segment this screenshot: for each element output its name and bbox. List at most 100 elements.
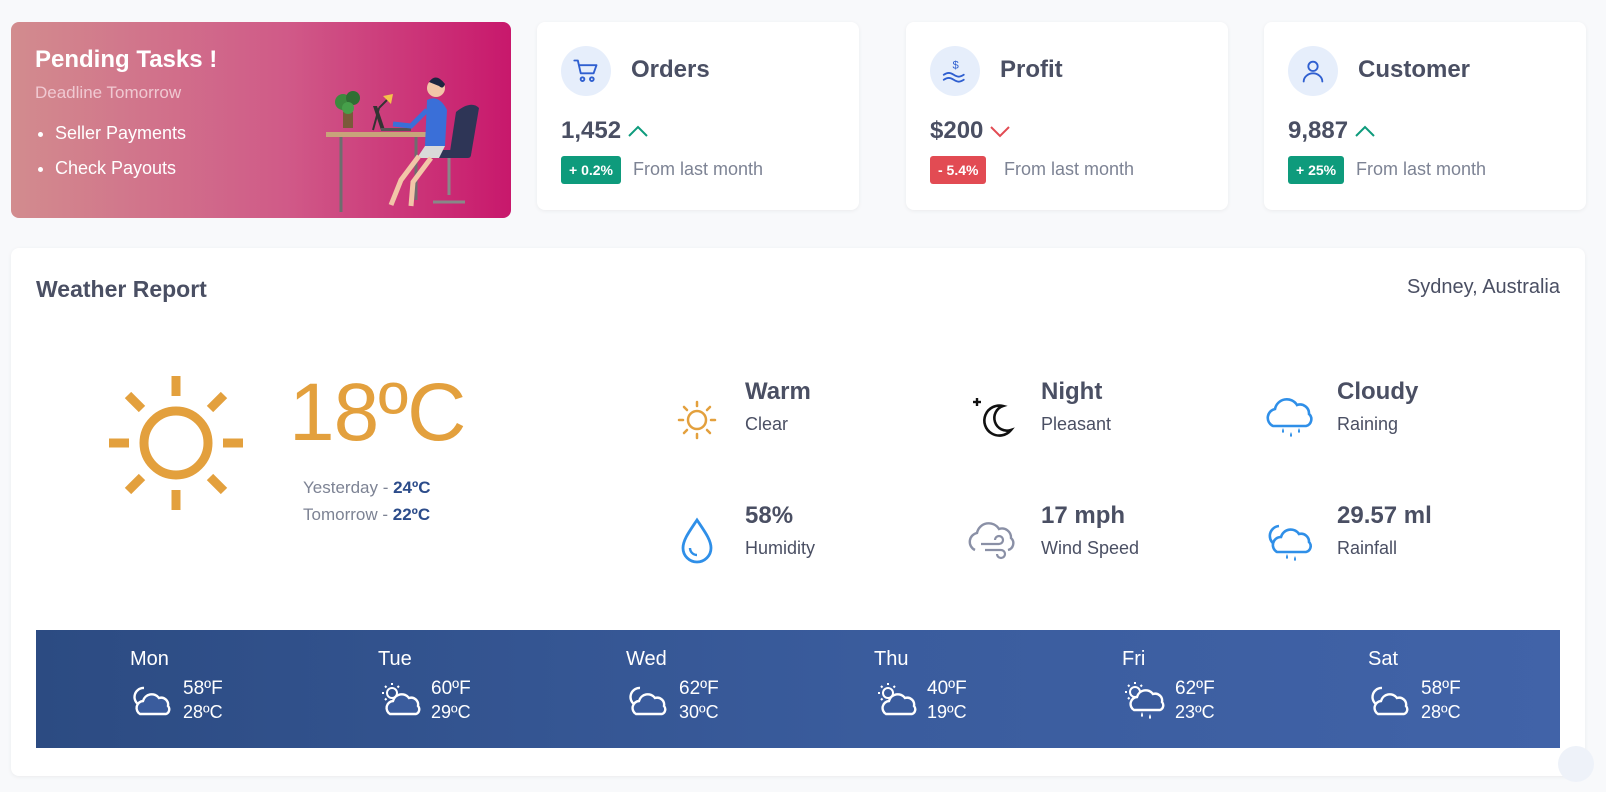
list-item[interactable]: Seller Payments (55, 123, 186, 144)
moon-cloud-icon (1371, 686, 1409, 716)
orders-count: 1,452 (561, 117, 622, 144)
orders-value: 1,452 (561, 117, 649, 145)
orders-change-note: From last month (633, 159, 764, 179)
condition-wind: 17 mph Wind Speed (963, 502, 1203, 572)
condition-sub: Humidity (745, 538, 816, 558)
customer-title: Customer (1358, 56, 1471, 83)
condition-rainfall: 29.57 ml Rainfall (1259, 502, 1499, 572)
customer-value: 9,887 (1288, 117, 1376, 145)
forecast-fahrenheit: 40ºF (927, 678, 967, 699)
orders-change-badge: + 0.2% (561, 156, 621, 184)
profit-amount: $200 (930, 117, 984, 144)
rain-cloud-icon (1266, 398, 1313, 437)
forecast-fahrenheit: 62ºF (1175, 678, 1215, 699)
tomorrow-row: Tomorrow - 22ºC (303, 501, 431, 528)
sun-icon (109, 376, 243, 510)
forecast-day-name: Sat (1368, 648, 1399, 670)
forecast-day-name: Mon (130, 648, 169, 670)
pending-tasks-title: Pending Tasks ! (35, 46, 218, 73)
trend-up-icon (628, 125, 648, 137)
moon-cloud-icon (629, 686, 667, 716)
list-item[interactable]: Check Payouts (55, 158, 186, 179)
user-icon (1288, 46, 1338, 96)
profit-change-badge: - 5.4% (930, 156, 987, 184)
forecast-day: Sat 58ºF 28ºC (1368, 648, 1518, 732)
customer-count: 9,887 (1288, 117, 1349, 144)
forecast-fahrenheit: 58ºF (183, 678, 223, 699)
pending-tasks-card: Pending Tasks ! Deadline Tomorrow Seller… (11, 22, 511, 218)
forecast-day: Tue 60ºF 29ºC (378, 648, 528, 732)
forecast-day-name: Fri (1122, 648, 1146, 670)
weather-report-title: Weather Report (36, 276, 207, 302)
profit-card: $ Profit $200 - 5.4% From last month (906, 22, 1228, 210)
forecast-celsius: 23ºC (1175, 702, 1215, 722)
customer-card: Customer 9,887 + 25% From last month (1264, 22, 1586, 210)
condition-main: Night (1041, 378, 1103, 405)
forecast-celsius: 28ºC (1421, 702, 1461, 722)
condition-main: Cloudy (1337, 378, 1419, 405)
orders-title: Orders (631, 56, 710, 83)
profit-change-note: From last month (1004, 159, 1135, 179)
condition-main: Warm (745, 378, 811, 405)
condition-main: 29.57 ml (1337, 502, 1432, 529)
condition-sub: Rainfall (1337, 538, 1398, 558)
profit-title: Profit (1000, 56, 1063, 83)
wind-cloud-icon (968, 522, 1015, 560)
pending-tasks-list: Seller Payments Check Payouts (55, 123, 186, 193)
customer-change-badge: + 25% (1288, 156, 1345, 184)
forecast-day: Wed 62ºF 30ºC (626, 648, 776, 732)
night-rain-icon (1268, 524, 1312, 561)
weather-report-card: Weather Report Sydney, Australia 18ºC Ye… (11, 248, 1585, 776)
forecast-fahrenheit: 58ºF (1421, 678, 1461, 699)
trend-down-icon (990, 126, 1011, 138)
current-temperature: 18ºC (289, 367, 466, 458)
forecast-day: Mon 58ºF 28ºC (130, 648, 280, 732)
condition-cloudy: Cloudy Raining (1259, 378, 1499, 448)
condition-main: 17 mph (1041, 502, 1126, 529)
yesterday-label: Yesterday - (303, 478, 394, 497)
cart-icon (561, 46, 611, 96)
forecast-day-name: Tue (378, 648, 412, 670)
condition-warm: Warm Clear (667, 378, 907, 448)
trend-up-icon (1355, 125, 1375, 137)
yesterday-value: 24ºC (393, 478, 431, 497)
pending-tasks-subtitle: Deadline Tomorrow (35, 83, 182, 102)
sun-rain-icon (1125, 682, 1165, 719)
sun-cloud-icon (878, 683, 917, 716)
forecast-day-name: Thu (874, 648, 909, 670)
temperature-history: Yesterday - 24ºC Tomorrow - 22ºC (303, 474, 431, 528)
forecast-day: Thu 40ºF 19ºC (874, 648, 1024, 732)
condition-sub: Pleasant (1041, 414, 1112, 434)
profit-value: $200 (930, 117, 1011, 145)
forecast-celsius: 28ºC (183, 702, 223, 722)
tomorrow-value: 22ºC (392, 505, 431, 524)
forecast-day: Fri 62ºF 23ºC (1122, 648, 1272, 732)
condition-main: 58% (745, 502, 794, 529)
weekly-forecast: Mon 58ºF 28ºC Tue 60ºF 29ºC Wed 62ºF 30º… (36, 630, 1560, 748)
weather-location: Sydney, Australia (1406, 276, 1560, 298)
forecast-fahrenheit: 60ºF (431, 678, 471, 699)
droplet-icon (681, 517, 713, 564)
yesterday-row: Yesterday - 24ºC (303, 474, 431, 501)
sun-cloud-icon (382, 683, 421, 716)
condition-sub: Clear (745, 414, 789, 434)
condition-night: Night Pleasant (963, 378, 1203, 448)
tomorrow-label: Tomorrow - (303, 505, 393, 524)
orders-card: Orders 1,452 + 0.2% From last month (537, 22, 859, 210)
condition-sub: Wind Speed (1041, 538, 1140, 558)
forecast-fahrenheit: 62ºF (679, 678, 719, 699)
condition-sub: Raining (1337, 414, 1399, 434)
desk-illustration (326, 77, 479, 212)
condition-humidity: 58% Humidity (667, 502, 907, 572)
moon-cloud-icon (133, 686, 171, 716)
forecast-celsius: 19ºC (927, 702, 967, 722)
sun-icon (677, 400, 717, 440)
customer-change-note: From last month (1356, 159, 1487, 179)
forecast-day-name: Wed (626, 648, 667, 670)
money-hand-icon: $ (930, 46, 980, 96)
moon-icon (973, 398, 1015, 437)
svg-text:$: $ (953, 60, 960, 72)
scroll-to-top-button[interactable] (1558, 746, 1594, 782)
forecast-celsius: 30ºC (679, 702, 719, 722)
forecast-celsius: 29ºC (431, 702, 471, 722)
